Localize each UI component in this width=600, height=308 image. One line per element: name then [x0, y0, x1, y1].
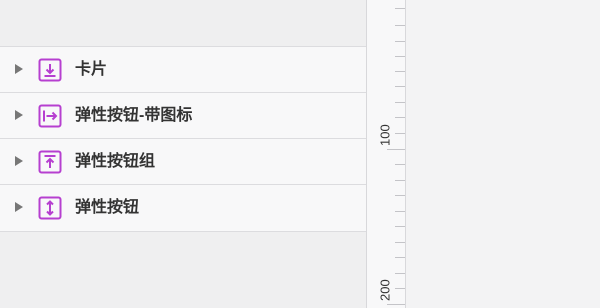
vertical-ruler[interactable]: 100 200 — [366, 0, 406, 308]
canvas-area[interactable] — [406, 0, 600, 308]
align-bottom-icon — [38, 58, 62, 82]
ruler-label-100: 100 — [377, 124, 392, 146]
layer-label: 弹性按钮-带图标 — [75, 107, 193, 124]
disclosure-arrow-icon[interactable] — [15, 110, 23, 120]
layer-label: 弹性按钮组 — [75, 153, 156, 170]
layer-row-card[interactable]: 卡片 — [0, 46, 366, 92]
disclosure-arrow-icon[interactable] — [15, 156, 23, 166]
layers-panel: 卡片 弹性按钮-带图标 弹性按钮组 弹性按钮 — [0, 0, 366, 308]
layer-list: 卡片 弹性按钮-带图标 弹性按钮组 弹性按钮 — [0, 46, 366, 232]
ruler-label-200: 200 — [377, 279, 392, 301]
layer-label: 卡片 — [75, 61, 108, 78]
layer-row-flex-button-group[interactable]: 弹性按钮组 — [0, 138, 366, 184]
align-right-icon — [38, 104, 62, 128]
align-top-icon — [38, 150, 62, 174]
layer-label: 弹性按钮 — [75, 199, 140, 216]
align-vertical-center-icon — [38, 196, 62, 220]
disclosure-arrow-icon[interactable] — [15, 64, 23, 74]
layer-row-flex-button[interactable]: 弹性按钮 — [0, 184, 366, 232]
layer-row-flex-button-with-icon[interactable]: 弹性按钮-带图标 — [0, 92, 366, 138]
disclosure-arrow-icon[interactable] — [15, 202, 23, 212]
ruler-ticks: 100 200 — [377, 8, 405, 305]
